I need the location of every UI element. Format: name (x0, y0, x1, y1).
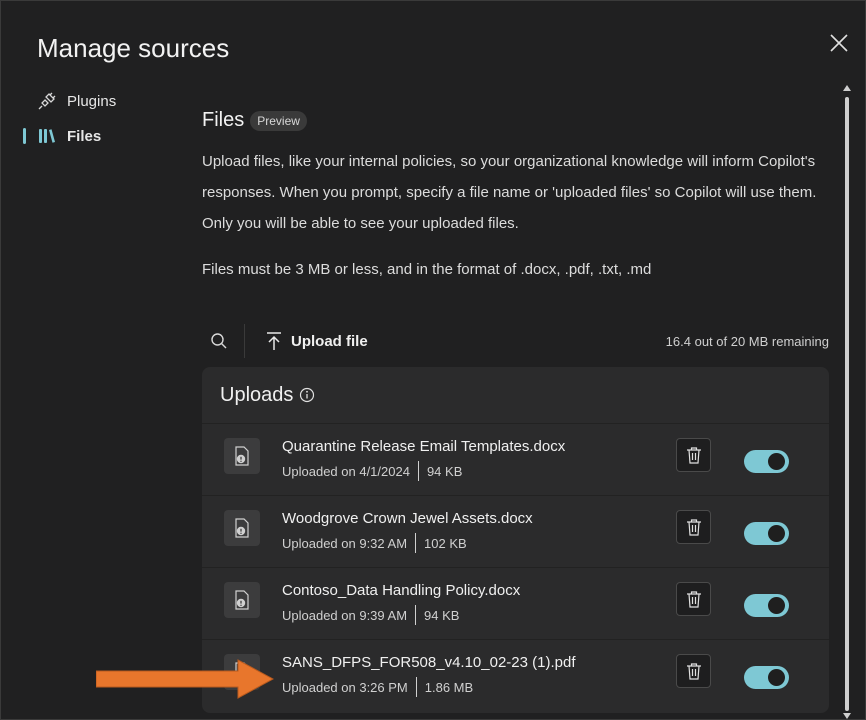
file-size: 102 KB (424, 535, 467, 551)
upload-file-label: Upload file (291, 332, 368, 350)
delete-button[interactable] (676, 582, 711, 616)
nav-item-label: Files (67, 127, 102, 145)
meta-divider (415, 677, 417, 697)
search-button[interactable] (202, 324, 236, 358)
file-enabled-toggle[interactable] (744, 666, 789, 689)
toggle-knob (768, 525, 785, 542)
upload-row: Contoso_Data Handling Policy.docx Upload… (202, 568, 829, 640)
trash-icon (686, 663, 701, 680)
upload-file-button[interactable]: Upload file (259, 327, 374, 355)
manage-sources-dialog: Manage sources Plugins Files Files Previ… (0, 0, 866, 720)
files-description: Upload files, like your internal policie… (202, 153, 817, 232)
library-icon (37, 126, 57, 146)
upload-row: Quarantine Release Email Templates.docx … (202, 424, 829, 496)
files-heading: Files (202, 109, 245, 131)
upload-row: SANS_DFPS_FOR508_v4.10_02-23 (1).pdf Upl… (202, 640, 829, 712)
close-icon (830, 34, 848, 52)
files-panel: Files Preview Upload files, like your in… (202, 109, 842, 278)
delete-button[interactable] (676, 654, 711, 688)
info-icon[interactable] (299, 387, 315, 403)
file-size: 1.86 MB (424, 679, 474, 695)
scroll-down-arrow[interactable] (843, 713, 851, 719)
nav-item-label: Plugins (67, 92, 117, 110)
file-warning-icon (224, 510, 260, 546)
toggle-knob (768, 597, 785, 614)
files-toolbar: Upload file 16.4 out of 20 MB remaining (202, 321, 829, 361)
trash-icon (686, 519, 701, 536)
search-icon (211, 333, 227, 349)
storage-remaining-text: 16.4 out of 20 MB remaining (665, 333, 829, 349)
file-name: Contoso_Data Handling Policy.docx (282, 582, 521, 599)
trash-icon (686, 447, 701, 464)
sources-nav: Plugins Files (23, 87, 183, 157)
plug-icon (37, 91, 57, 111)
upload-date: Uploaded on 4/1/2024 (282, 463, 410, 479)
annotation-arrow-icon (96, 659, 274, 699)
file-enabled-toggle[interactable] (744, 450, 789, 473)
file-enabled-toggle[interactable] (744, 522, 789, 545)
nav-item-files[interactable]: Files (23, 122, 183, 150)
scroll-up-arrow[interactable] (843, 85, 851, 91)
file-limits-text: Files must be 3 MB or less, and in the f… (202, 261, 652, 278)
meta-divider (415, 533, 417, 553)
delete-button[interactable] (676, 438, 711, 472)
file-size: 94 KB (426, 463, 463, 479)
nav-item-plugins[interactable]: Plugins (23, 87, 183, 115)
upload-date: Uploaded on 3:26 PM (282, 679, 408, 695)
uploads-title: Uploads (220, 383, 294, 406)
meta-divider (417, 461, 419, 481)
upload-date: Uploaded on 9:32 AM (282, 535, 408, 551)
upload-row: Woodgrove Crown Jewel Assets.docx Upload… (202, 496, 829, 568)
upload-date: Uploaded on 9:39 AM (282, 607, 408, 623)
file-name: Quarantine Release Email Templates.docx (282, 438, 566, 455)
file-name: SANS_DFPS_FOR508_v4.10_02-23 (1).pdf (282, 654, 576, 671)
file-warning-icon (224, 582, 260, 618)
scrollbar-thumb[interactable] (845, 97, 849, 711)
toggle-knob (768, 669, 785, 686)
preview-badge: Preview (250, 110, 307, 131)
vertical-scrollbar[interactable] (841, 85, 853, 719)
dialog-title: Manage sources (37, 33, 230, 63)
close-button[interactable] (825, 29, 853, 57)
uploads-list: Uploads Quarantine Release Email Templat… (202, 367, 829, 713)
toggle-knob (768, 453, 785, 470)
file-size: 94 KB (424, 607, 460, 623)
file-enabled-toggle[interactable] (744, 594, 789, 617)
toolbar-divider (244, 324, 245, 358)
trash-icon (686, 591, 701, 608)
upload-icon (265, 331, 283, 351)
file-warning-icon (224, 438, 260, 474)
file-name: Woodgrove Crown Jewel Assets.docx (282, 510, 533, 527)
delete-button[interactable] (676, 510, 711, 544)
meta-divider (415, 605, 417, 625)
